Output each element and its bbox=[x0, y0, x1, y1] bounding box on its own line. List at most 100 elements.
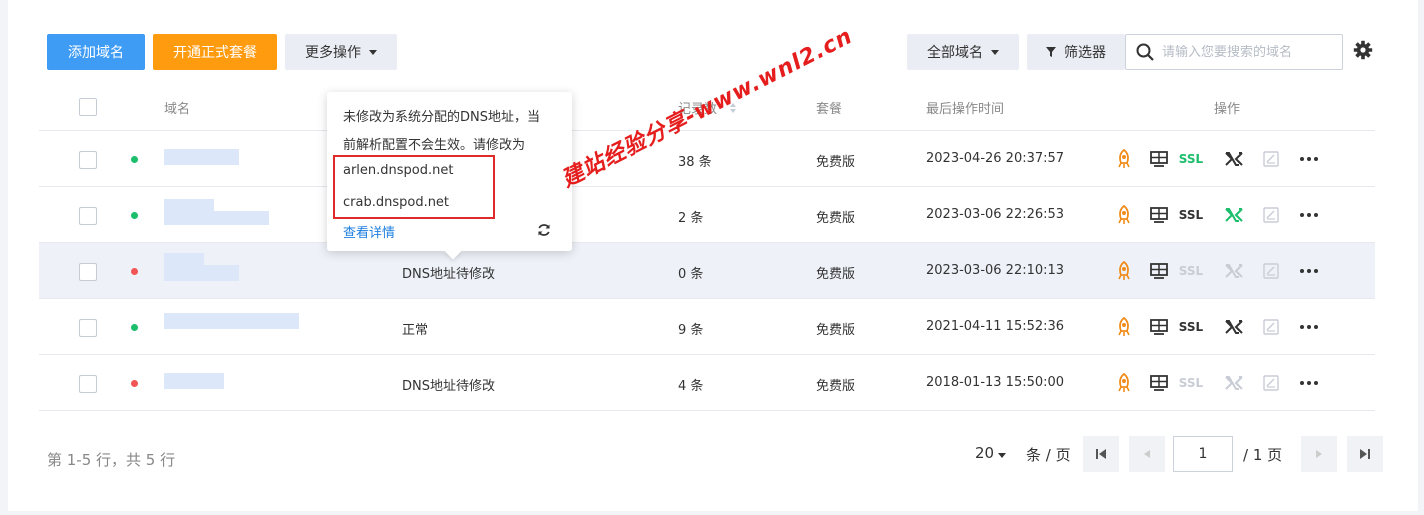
monitor-icon[interactable] bbox=[1150, 260, 1168, 282]
more-icon[interactable] bbox=[1299, 204, 1319, 226]
all-domains-label: 全部域名 bbox=[927, 45, 983, 61]
search-box[interactable] bbox=[1125, 34, 1343, 70]
ssl-icon[interactable]: SSL bbox=[1177, 260, 1205, 282]
ssl-label: SSL bbox=[1178, 208, 1204, 222]
search-icon bbox=[1136, 43, 1154, 61]
status-dot bbox=[131, 380, 138, 387]
add-domain-button[interactable]: 添加域名 bbox=[47, 34, 145, 70]
monitor-icon[interactable] bbox=[1150, 204, 1168, 226]
blurred-domain-name[interactable] bbox=[164, 313, 299, 329]
header-package: 套餐 bbox=[816, 102, 843, 117]
page-size-select[interactable]: 20 bbox=[975, 444, 1007, 462]
row-checkbox[interactable] bbox=[79, 151, 97, 169]
search-input[interactable] bbox=[1162, 44, 1332, 60]
open-package-button[interactable]: 开通正式套餐 bbox=[153, 34, 277, 70]
note-icon[interactable] bbox=[1262, 148, 1280, 170]
link-icon[interactable] bbox=[1223, 204, 1245, 226]
popover-details-link[interactable]: 查看详情 bbox=[343, 222, 395, 241]
more-icon[interactable] bbox=[1299, 372, 1319, 394]
records-count: 2 条 bbox=[678, 211, 704, 226]
more-ops-label: 更多操作 bbox=[305, 45, 361, 61]
table-row: DNS地址待修改 4 条 免费版 2018-01-13 15:50:00 SSL bbox=[39, 355, 1375, 411]
link-icon[interactable] bbox=[1223, 316, 1245, 338]
table-row: 2 条 免费版 2023-03-06 22:26:53 SSL bbox=[39, 187, 1375, 243]
more-ops-dropdown[interactable]: 更多操作 bbox=[285, 34, 397, 70]
ssl-label: SSL bbox=[1178, 152, 1204, 166]
speed-rocket-icon[interactable] bbox=[1115, 316, 1133, 338]
monitor-icon[interactable] bbox=[1150, 372, 1168, 394]
ssl-label: SSL bbox=[1178, 376, 1204, 390]
page-number-input[interactable] bbox=[1173, 436, 1233, 472]
prev-page-button[interactable] bbox=[1129, 436, 1165, 472]
first-page-button[interactable] bbox=[1083, 436, 1119, 472]
status-dot bbox=[131, 324, 138, 331]
next-page-icon bbox=[1316, 450, 1322, 458]
add-domain-label: 添加域名 bbox=[68, 45, 124, 61]
table-row: 正常 9 条 免费版 2021-04-11 15:52:36 SSL bbox=[39, 299, 1375, 355]
ssl-icon[interactable]: SSL bbox=[1177, 148, 1205, 170]
all-domains-dropdown[interactable]: 全部域名 bbox=[907, 34, 1019, 70]
per-page-label: 条 / 页 bbox=[1026, 446, 1071, 464]
status-text: DNS地址待修改 bbox=[402, 379, 495, 394]
first-page-icon bbox=[1096, 449, 1106, 459]
row-checkbox[interactable] bbox=[79, 207, 97, 225]
package-name: 免费版 bbox=[816, 267, 856, 282]
link-icon[interactable] bbox=[1223, 148, 1245, 170]
row-checkbox[interactable] bbox=[79, 375, 97, 393]
more-icon[interactable] bbox=[1299, 316, 1319, 338]
refresh-icon[interactable] bbox=[537, 223, 551, 241]
popover-dns2: crab.dnspod.net bbox=[343, 195, 450, 210]
more-icon[interactable] bbox=[1299, 260, 1319, 282]
link-icon[interactable] bbox=[1223, 372, 1245, 394]
note-icon[interactable] bbox=[1262, 372, 1280, 394]
speed-rocket-icon[interactable] bbox=[1115, 148, 1133, 170]
speed-rocket-icon[interactable] bbox=[1115, 204, 1133, 226]
popover-message: 未修改为系统分配的DNS地址，当 前解析配置不会生效。请修改为 bbox=[343, 104, 558, 160]
dns-warning-popover: 未修改为系统分配的DNS地址，当 前解析配置不会生效。请修改为 arlen.dn… bbox=[327, 92, 572, 260]
select-all-checkbox[interactable] bbox=[79, 98, 97, 116]
caret-down-icon bbox=[369, 49, 377, 55]
last-op-time: 2021-04-11 15:52:36 bbox=[926, 319, 1065, 334]
pagination-summary: 第 1-5 行，共 5 行 bbox=[47, 451, 176, 469]
filter-button[interactable]: 筛选器 bbox=[1027, 34, 1125, 70]
ssl-icon[interactable]: SSL bbox=[1177, 316, 1205, 338]
last-op-time: 2018-01-13 15:50:00 bbox=[926, 375, 1065, 390]
note-icon[interactable] bbox=[1262, 204, 1280, 226]
blurred-domain-name[interactable] bbox=[164, 211, 269, 225]
blurred-domain-name[interactable] bbox=[164, 373, 224, 389]
ssl-icon[interactable]: SSL bbox=[1177, 372, 1205, 394]
monitor-icon[interactable] bbox=[1150, 148, 1168, 170]
settings-gear-icon[interactable] bbox=[1353, 40, 1373, 64]
ssl-label: SSL bbox=[1178, 264, 1204, 278]
more-icon[interactable] bbox=[1299, 148, 1319, 170]
monitor-icon[interactable] bbox=[1150, 316, 1168, 338]
header-last-op: 最后操作时间 bbox=[926, 102, 1005, 117]
records-count: 0 条 bbox=[678, 267, 704, 282]
row-checkbox[interactable] bbox=[79, 319, 97, 337]
link-icon[interactable] bbox=[1223, 260, 1245, 282]
blurred-domain-name[interactable] bbox=[164, 149, 239, 165]
status-dot bbox=[131, 268, 138, 275]
table-row: 38 条 免费版 2023-04-26 20:37:57 SSL bbox=[39, 131, 1375, 187]
records-count: 9 条 bbox=[678, 323, 704, 338]
status-text: 正常 bbox=[402, 323, 429, 338]
records-count: 38 条 bbox=[678, 155, 712, 170]
header-actions: 操作 bbox=[1214, 102, 1241, 117]
next-page-button[interactable] bbox=[1301, 436, 1337, 472]
filter-icon bbox=[1046, 47, 1056, 57]
status-dot bbox=[131, 212, 138, 219]
ssl-icon[interactable]: SSL bbox=[1177, 204, 1205, 226]
speed-rocket-icon[interactable] bbox=[1115, 372, 1133, 394]
popover-line1: 未修改为系统分配的DNS地址，当 bbox=[343, 110, 540, 125]
note-icon[interactable] bbox=[1262, 260, 1280, 282]
ssl-label: SSL bbox=[1178, 320, 1204, 334]
package-name: 免费版 bbox=[816, 323, 856, 338]
last-op-time: 2023-04-26 20:37:57 bbox=[926, 151, 1065, 166]
speed-rocket-icon[interactable] bbox=[1115, 260, 1133, 282]
last-page-button[interactable] bbox=[1347, 436, 1383, 472]
blurred-domain-name[interactable] bbox=[164, 265, 239, 281]
row-checkbox[interactable] bbox=[79, 263, 97, 281]
header-domain: 域名 bbox=[164, 102, 191, 117]
note-icon[interactable] bbox=[1262, 316, 1280, 338]
filter-label: 筛选器 bbox=[1064, 45, 1106, 61]
